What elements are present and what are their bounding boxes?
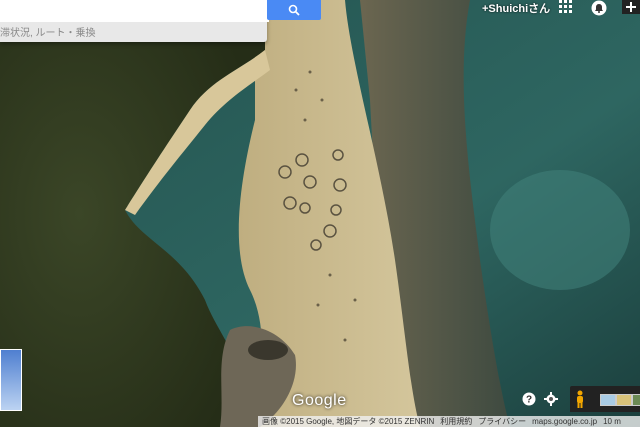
sand-speck	[316, 303, 320, 307]
terrain-thumbnail[interactable]	[616, 394, 632, 406]
plus-icon	[626, 2, 636, 12]
add-button[interactable]	[622, 0, 640, 14]
sand-speck	[320, 98, 324, 102]
search-panel: 滞状況, ルート・乗換	[0, 0, 269, 42]
earth-view-thumbnail[interactable]	[0, 349, 22, 411]
apps-grid-icon[interactable]	[559, 0, 573, 14]
search-suggestions-text: 滞状況, ルート・乗換	[0, 28, 96, 39]
satellite-map[interactable]	[0, 0, 640, 427]
help-icon[interactable]: ?	[522, 392, 536, 406]
gear-icon[interactable]	[544, 392, 558, 406]
terms-link[interactable]: 利用規約	[440, 416, 472, 427]
notification-bell-icon[interactable]	[591, 0, 607, 16]
user-account-link[interactable]: +Shuichiさん	[482, 0, 550, 16]
domain-link[interactable]: maps.google.co.jp	[532, 416, 597, 427]
sand-speck	[303, 118, 307, 122]
google-logo: Google	[292, 392, 347, 409]
imagery-credit: 画像 ©2015 Google, 地図データ ©2015 ZENRIN	[262, 417, 435, 426]
map-type-controls	[570, 386, 640, 412]
svg-text:?: ?	[526, 395, 532, 406]
sand-speck	[353, 298, 357, 302]
sand-speck	[294, 88, 298, 92]
search-input[interactable]	[0, 0, 269, 22]
sand-speck	[343, 338, 347, 342]
map-thumbnail[interactable]	[600, 394, 616, 406]
attribution-bar: 画像 ©2015 Google, 地図データ ©2015 ZENRIN 利用規約…	[258, 416, 640, 427]
pegman-icon[interactable]	[574, 390, 586, 408]
scale-label: 10 m	[603, 417, 621, 426]
search-button[interactable]	[267, 0, 321, 20]
privacy-link[interactable]: プライバシー	[478, 416, 526, 427]
search-icon	[288, 4, 300, 16]
rock-shadow	[248, 340, 288, 360]
satellite-thumbnail[interactable]	[632, 394, 640, 406]
shallow-water	[490, 170, 630, 290]
sand-speck	[328, 273, 332, 277]
sand-speck	[308, 70, 312, 74]
